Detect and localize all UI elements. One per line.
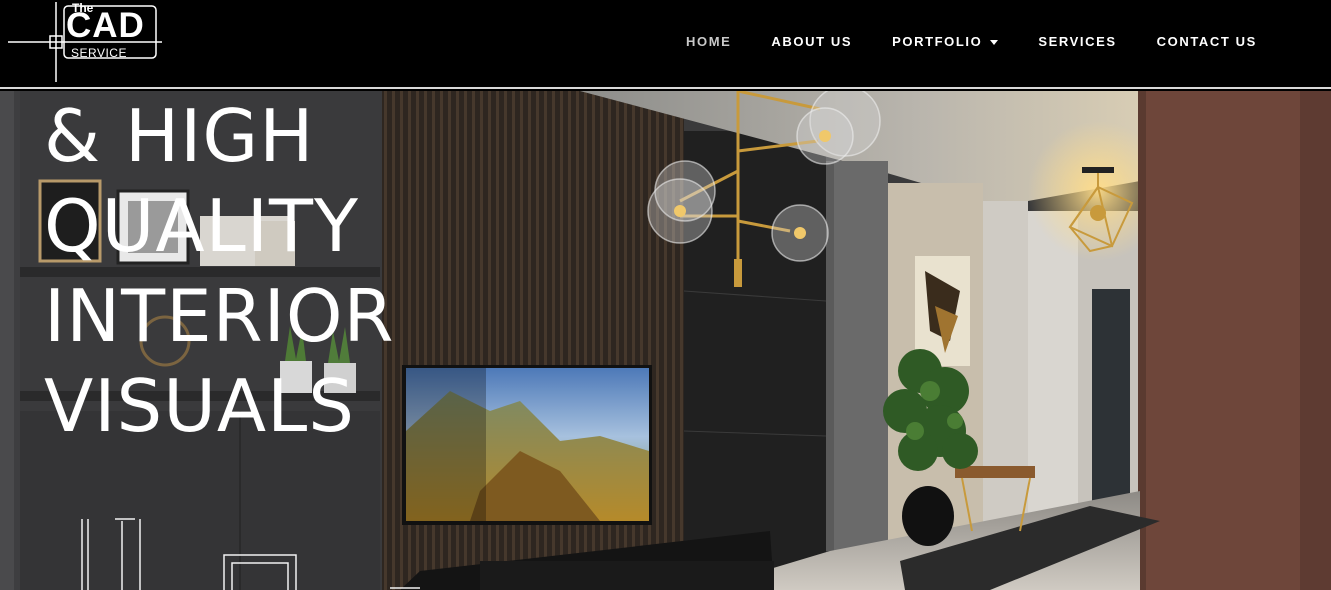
headline-line-4: VISUALS [44,364,355,448]
logo-service-text: SERVICE [71,46,127,60]
headline-line-2: QUALITY [44,184,359,268]
caret-down-icon [990,39,999,45]
nav-portfolio-link[interactable]: PORTFOLIO [892,34,999,49]
hero-headline: & HIGH QUALITY INTERIOR VISUALS [44,91,395,451]
nav-services-link[interactable]: SERVICES [1038,34,1116,49]
main-nav: HOME ABOUT US PORTFOLIO SERVICES CONTACT… [686,34,1257,49]
nav-contact-link[interactable]: CONTACT US [1157,34,1257,49]
site-header: The CAD SERVICE HOME ABOUT US PORTFOLIO … [0,0,1331,89]
logo-cad-text: CAD [66,6,145,45]
nav-home-link[interactable]: HOME [686,34,731,49]
hero-banner: & HIGH QUALITY INTERIOR VISUALS [0,91,1331,590]
nav-about-link[interactable]: ABOUT US [771,34,852,49]
nav-portfolio-label: PORTFOLIO [892,34,983,49]
headline-line-1: & HIGH [44,94,315,178]
site-logo[interactable]: The CAD SERVICE [8,0,168,84]
headline-line-3: INTERIOR [44,274,395,358]
